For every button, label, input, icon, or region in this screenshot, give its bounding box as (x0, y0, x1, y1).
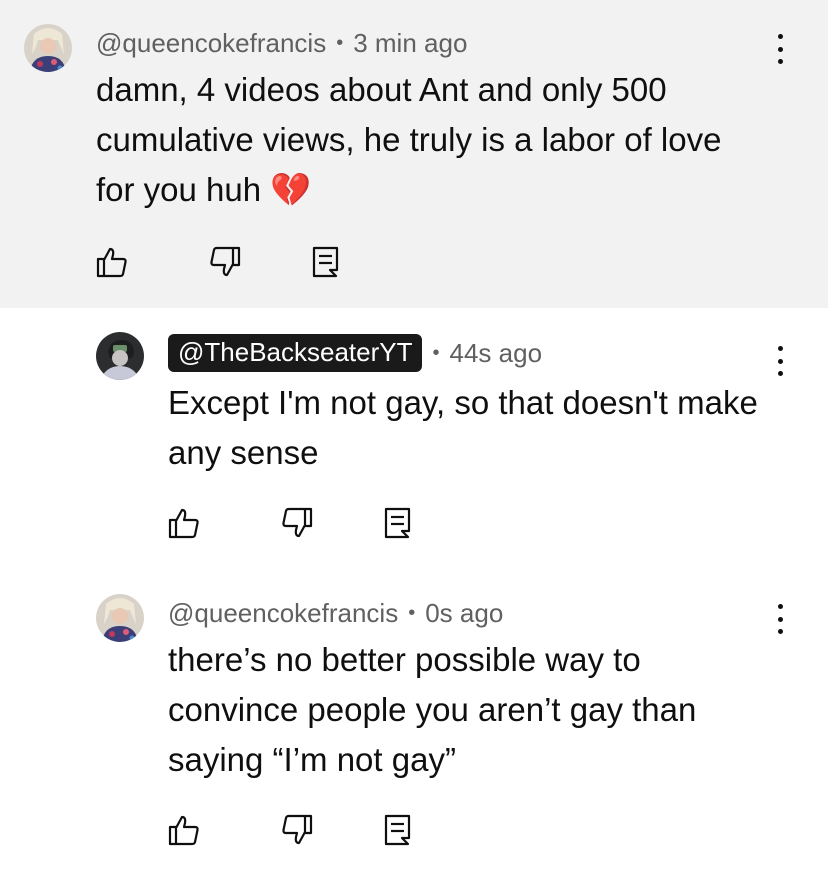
reply-icon (384, 507, 411, 539)
avatar[interactable] (24, 24, 72, 72)
dislike-button[interactable] (280, 813, 314, 847)
more-vertical-icon[interactable] (774, 34, 786, 64)
more-vertical-icon[interactable] (774, 604, 786, 634)
avatar[interactable] (96, 594, 144, 642)
avatar[interactable] (96, 332, 144, 380)
comment-text: damn, 4 videos about Ant and only 500 cu… (96, 71, 722, 208)
like-button[interactable] (95, 245, 129, 279)
reply-button[interactable] (310, 245, 344, 279)
reply-icon (312, 246, 339, 278)
thumbs-up-icon (96, 247, 127, 278)
comment-meta: @queencokefrancis • 0s ago (168, 596, 503, 630)
comment-highlighted: @queencokefrancis • 3 min ago damn, 4 vi… (0, 0, 828, 308)
dislike-button[interactable] (208, 245, 242, 279)
reply-comment: @TheBackseaterYT • 44s ago Except I'm no… (0, 308, 828, 568)
separator-dot: • (432, 341, 440, 364)
comment-meta: @TheBackseaterYT • 44s ago (168, 334, 542, 372)
author-handle[interactable]: @queencokefrancis (168, 598, 398, 629)
comment-meta: @queencokefrancis • 3 min ago (96, 26, 467, 60)
thumbs-down-icon (282, 814, 313, 845)
like-button[interactable] (167, 506, 201, 540)
more-vertical-icon[interactable] (774, 346, 786, 376)
dislike-button[interactable] (280, 506, 314, 540)
thumbs-down-icon (210, 246, 241, 277)
comment-time: 3 min ago (353, 27, 468, 58)
reply-comment: @queencokefrancis • 0s ago there’s no be… (0, 568, 828, 878)
comment-text: Except I'm not gay, so that doesn't make… (168, 384, 758, 471)
author-handle-chip[interactable]: @TheBackseaterYT (168, 334, 423, 372)
reply-button[interactable] (382, 506, 416, 540)
comment-text: there’s no better possible way to convin… (168, 641, 697, 778)
separator-dot: • (408, 601, 416, 624)
author-handle[interactable]: @queencokefrancis (96, 28, 326, 59)
comment-time: 0s ago (425, 597, 504, 628)
thumbs-up-icon (168, 815, 199, 846)
thumbs-up-icon (168, 508, 199, 539)
comment-time: 44s ago (449, 337, 543, 368)
reply-icon (384, 814, 411, 846)
separator-dot: • (336, 31, 344, 54)
thumbs-down-icon (282, 507, 313, 538)
like-button[interactable] (167, 813, 201, 847)
reply-button[interactable] (382, 813, 416, 847)
